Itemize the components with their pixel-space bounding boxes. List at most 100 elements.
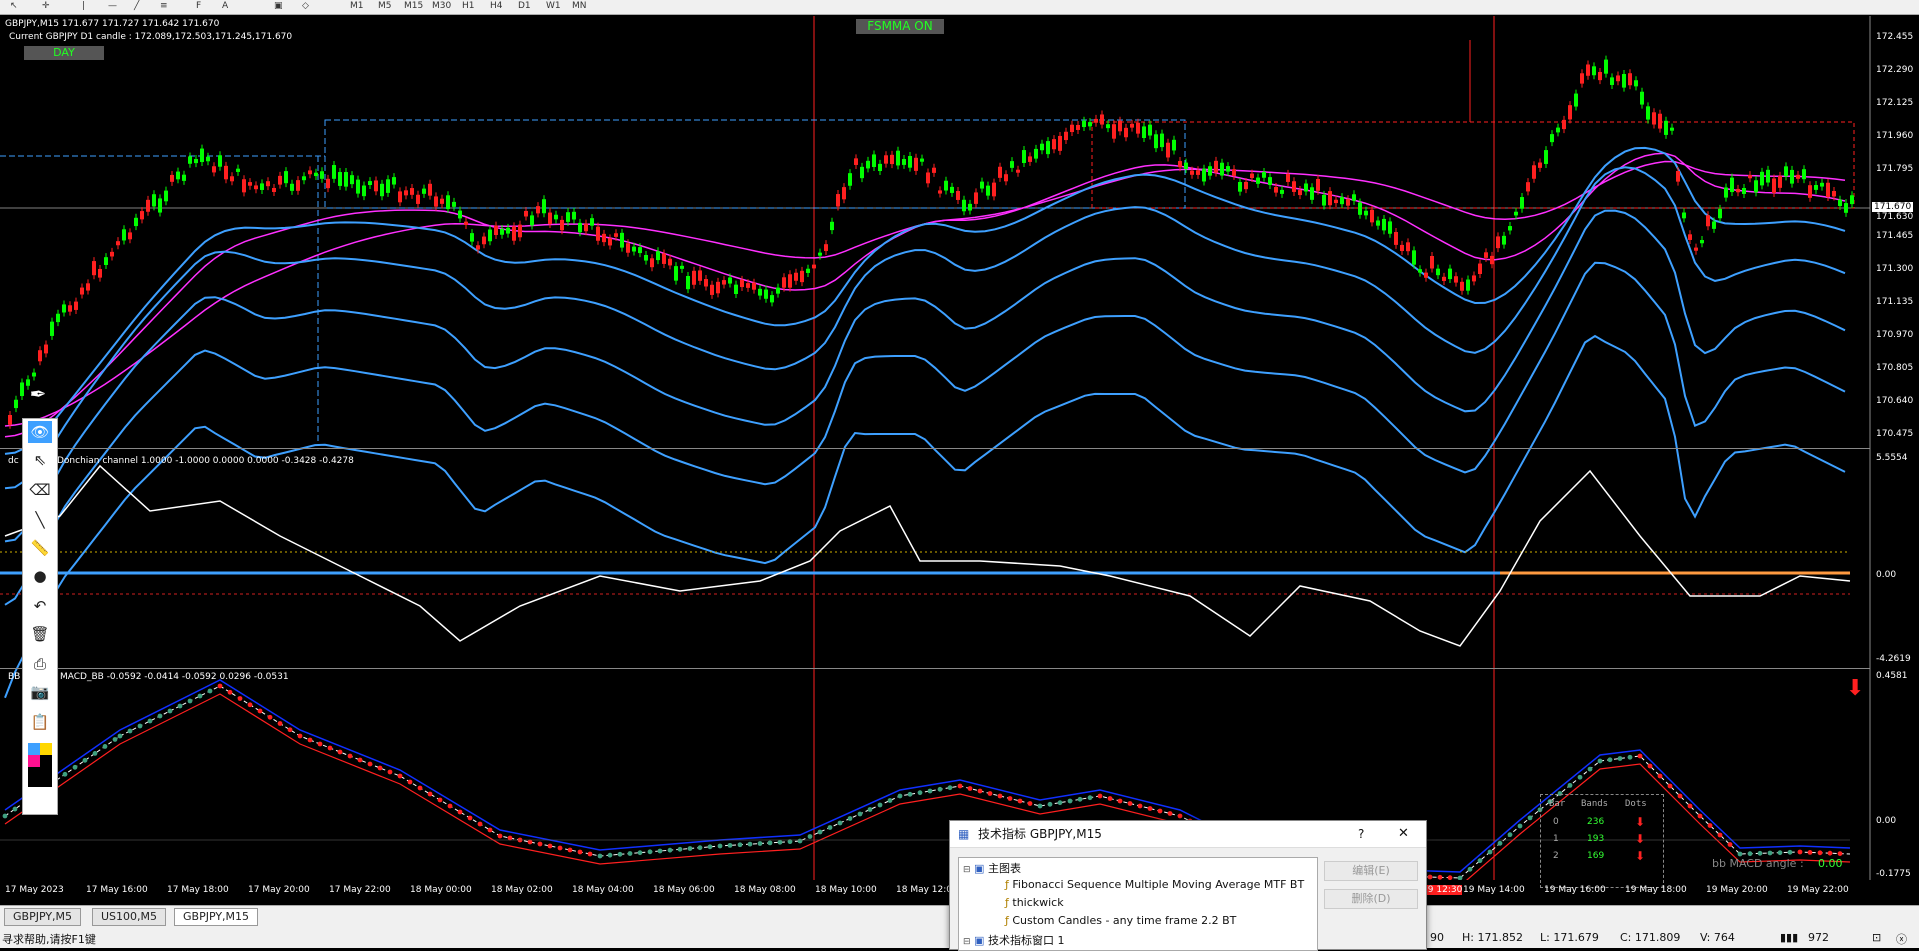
macd-dot bbox=[947, 785, 953, 791]
pane-separator[interactable] bbox=[0, 448, 1870, 449]
tree-node-window1[interactable]: ⊟ ▣ 技术指标窗口 1 bbox=[963, 932, 1064, 948]
macd-dot bbox=[637, 850, 643, 856]
camera-icon[interactable]: 📷 bbox=[28, 681, 52, 703]
vline-icon[interactable]: | bbox=[82, 1, 85, 12]
crosshair-icon[interactable]: ✛ bbox=[42, 1, 50, 12]
tf-m5[interactable]: M5 bbox=[378, 1, 392, 11]
macd-dot bbox=[887, 798, 893, 803]
clipboard-icon[interactable]: 📋 bbox=[28, 711, 52, 733]
label-icon[interactable]: ▣ bbox=[274, 1, 283, 12]
trash-icon[interactable]: 🗑 bbox=[28, 623, 52, 645]
tree-item-indicator[interactable]: ƒ Fibonacci Sequence Multiple Moving Ave… bbox=[1005, 878, 1304, 891]
help-button[interactable]: ? bbox=[1358, 821, 1364, 847]
candle bbox=[1802, 169, 1806, 180]
bar-table: Bar Bands Dots 0 236 ⬇ 1 193 ⬇ 2 169 ⬇ bbox=[1540, 794, 1664, 888]
pane-separator[interactable] bbox=[0, 668, 1870, 669]
macd-dot bbox=[587, 851, 593, 857]
candle bbox=[1094, 118, 1098, 123]
candle bbox=[176, 171, 180, 180]
fibo-icon[interactable]: F bbox=[196, 1, 201, 12]
macd-dot bbox=[507, 835, 513, 841]
candle bbox=[656, 251, 660, 261]
text-icon[interactable]: A bbox=[222, 1, 228, 12]
fsmma-badge[interactable]: FSMMA ON bbox=[856, 19, 944, 34]
candle bbox=[1736, 188, 1740, 193]
resize-icon[interactable]: ⊡ bbox=[1872, 931, 1881, 944]
candle bbox=[1016, 169, 1020, 173]
candle bbox=[32, 372, 36, 377]
status-volume: V: 764 bbox=[1700, 931, 1735, 944]
candle bbox=[860, 166, 864, 179]
collapse-icon[interactable]: ⊟ bbox=[963, 937, 971, 947]
tab-gbpjpy-m15[interactable]: GBPJPY,M15 bbox=[174, 908, 259, 926]
candle bbox=[632, 246, 636, 252]
macd-dot bbox=[1087, 795, 1093, 801]
close-circle-icon[interactable]: ⓧ bbox=[1896, 931, 1907, 947]
line-tool-icon[interactable]: ╲ bbox=[28, 509, 52, 531]
candle bbox=[1424, 272, 1428, 278]
chart-window-icon: ▣ bbox=[974, 862, 985, 875]
dialog-titlebar[interactable]: ▦ 技术指标 GBPJPY,M15 ? ✕ bbox=[950, 821, 1426, 848]
tf-h4[interactable]: H4 bbox=[490, 1, 503, 11]
tree-item-indicator[interactable]: ƒ thickwick bbox=[1005, 896, 1064, 909]
shapes-icon[interactable]: ◇ bbox=[302, 1, 309, 12]
candle bbox=[872, 154, 876, 167]
tf-h1[interactable]: H1 bbox=[462, 1, 475, 11]
candle bbox=[1178, 161, 1182, 168]
eye-icon[interactable]: 👁 bbox=[28, 421, 52, 443]
macd-dot bbox=[1497, 840, 1503, 846]
moving-average-line bbox=[4, 261, 1846, 606]
hline-icon[interactable]: — bbox=[108, 1, 117, 12]
tab-us100-m5[interactable]: US100,M5 bbox=[92, 908, 167, 926]
circle-tool-icon[interactable]: ● bbox=[28, 565, 52, 587]
tf-d1[interactable]: D1 bbox=[518, 1, 531, 11]
macd-dot bbox=[737, 842, 743, 848]
tf-m1[interactable]: M1 bbox=[350, 1, 364, 11]
candle bbox=[992, 182, 996, 197]
collapse-icon[interactable]: ⊟ bbox=[963, 865, 971, 875]
macd-dot bbox=[537, 841, 543, 847]
candle bbox=[1772, 178, 1776, 193]
trendline-icon[interactable]: ╱ bbox=[134, 1, 139, 12]
candle bbox=[1676, 171, 1680, 182]
candle bbox=[200, 148, 204, 163]
macd-dot bbox=[247, 702, 253, 708]
cursor-icon[interactable]: ↖ bbox=[10, 1, 18, 12]
tree-node-main[interactable]: ⊟ ▣ 主图表 bbox=[963, 860, 1021, 876]
print-icon[interactable]: ⎙ bbox=[28, 653, 52, 675]
tf-m30[interactable]: M30 bbox=[432, 1, 451, 11]
channel-icon[interactable]: ≡ bbox=[160, 1, 168, 12]
candle bbox=[1262, 172, 1266, 178]
candle bbox=[1106, 124, 1110, 129]
tf-mn[interactable]: MN bbox=[572, 1, 587, 11]
bar-table-row-bar: 0 bbox=[1553, 817, 1559, 827]
tree-item-indicator[interactable]: ƒ Custom Candles - any time frame 2.2 BT bbox=[1005, 914, 1236, 927]
chart-area[interactable]: GBPJPY,M15 171.677 171.727 171.642 171.6… bbox=[0, 16, 1919, 895]
candle bbox=[608, 238, 612, 246]
candle bbox=[1760, 171, 1764, 186]
ruler-icon[interactable]: 📏 bbox=[28, 537, 52, 559]
tf-w1[interactable]: W1 bbox=[546, 1, 561, 11]
candle bbox=[1838, 199, 1842, 206]
macd-dot bbox=[287, 727, 293, 733]
candle bbox=[524, 210, 528, 217]
edit-button[interactable]: 编辑(E) bbox=[1324, 861, 1418, 881]
candle bbox=[350, 175, 354, 185]
candle bbox=[1460, 281, 1464, 291]
candle bbox=[956, 191, 960, 200]
close-button[interactable]: ✕ bbox=[1398, 821, 1409, 847]
select-cursor-icon[interactable]: ⇖ bbox=[28, 449, 52, 471]
eraser-icon[interactable]: ⌫ bbox=[28, 479, 52, 501]
tab-gbpjpy-m5[interactable]: GBPJPY,M5 bbox=[4, 908, 82, 926]
tf-m15[interactable]: M15 bbox=[404, 1, 423, 11]
status-traffic: 972 bbox=[1808, 931, 1829, 944]
delete-button[interactable]: 删除(D) bbox=[1324, 889, 1418, 909]
pen-icon[interactable]: ✒ bbox=[26, 382, 50, 410]
undo-icon[interactable]: ↶ bbox=[28, 595, 52, 617]
candle bbox=[1070, 124, 1074, 133]
macd-dot bbox=[357, 757, 363, 763]
day-badge[interactable]: DAY bbox=[24, 46, 104, 60]
color-palette-icon[interactable] bbox=[28, 743, 52, 787]
bar-table-row-bands: 193 bbox=[1587, 834, 1605, 844]
candle bbox=[140, 211, 144, 220]
